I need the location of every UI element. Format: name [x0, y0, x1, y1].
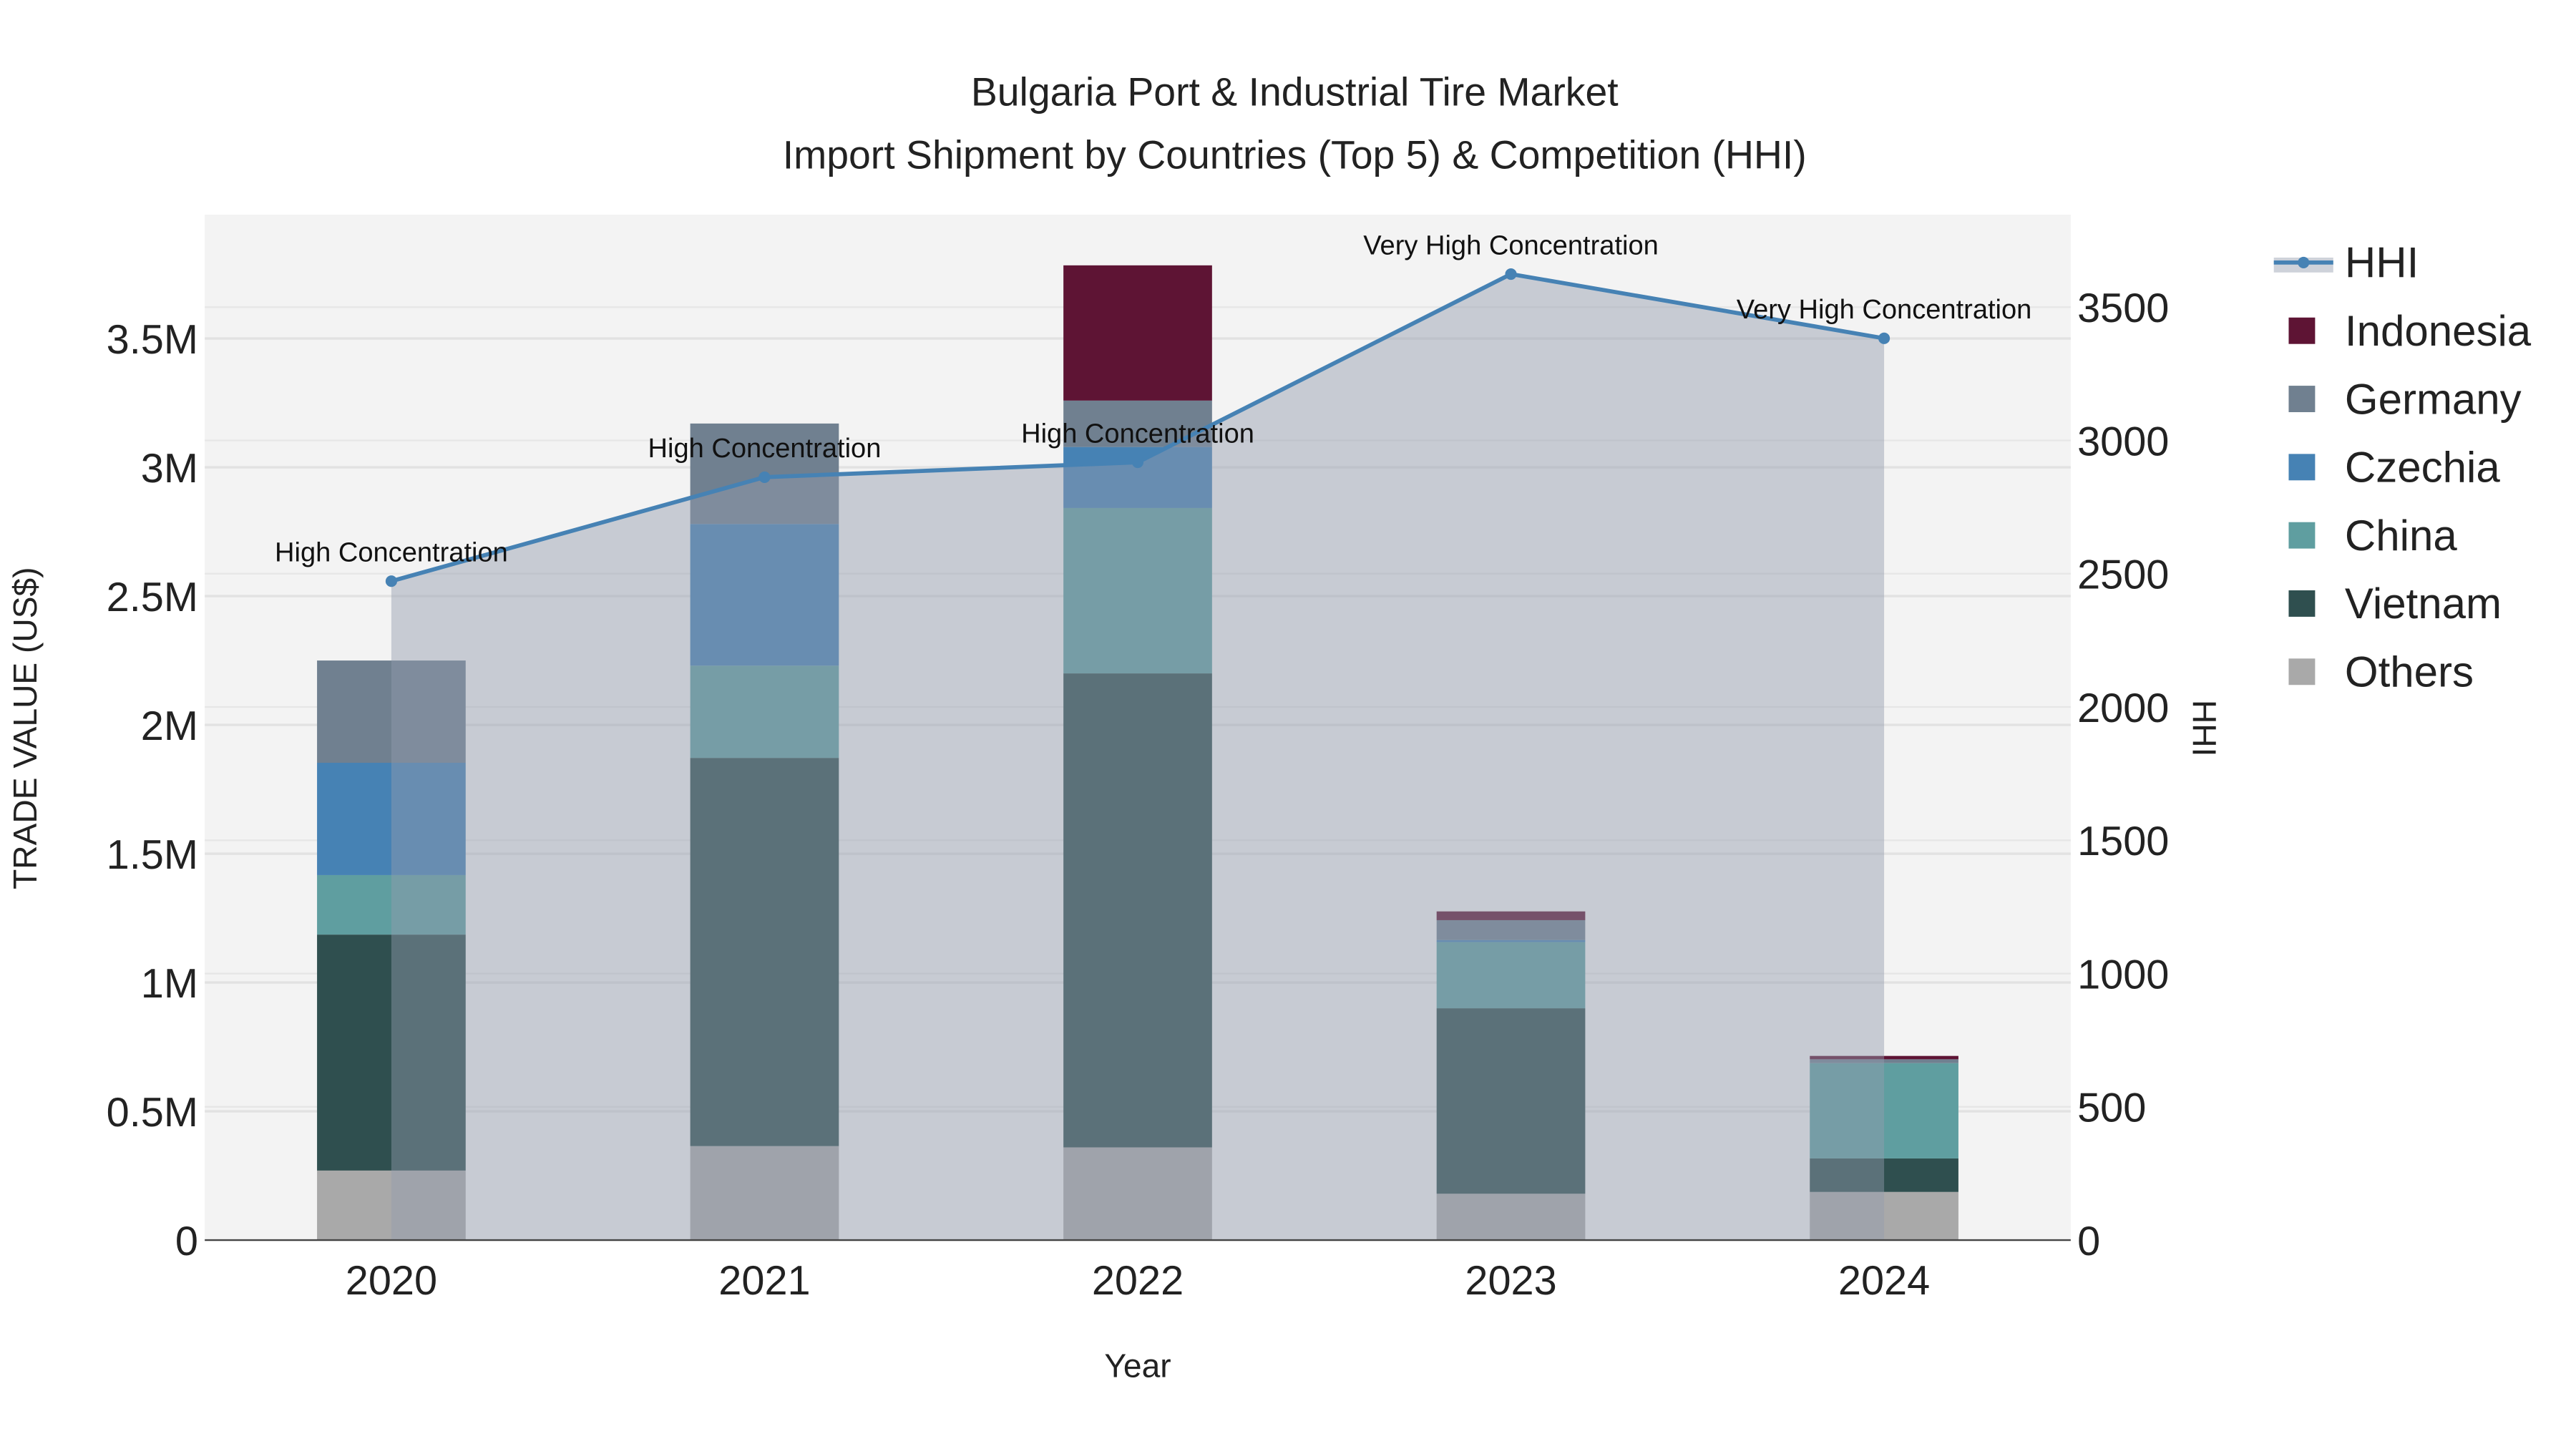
- hhi-point-2023: [1505, 268, 1517, 280]
- legend-swatch: [2288, 317, 2316, 344]
- legend-swatch: [2288, 454, 2316, 481]
- hhi-annotation: High Concentration: [1021, 419, 1254, 449]
- legend-label: Indonesia: [2345, 307, 2532, 355]
- y-tick-label: 1.5M: [107, 832, 198, 878]
- y-axis-title: TRADE VALUE (US$): [6, 567, 44, 889]
- hhi-point-2022: [1131, 456, 1144, 469]
- x-tick-label: 2024: [1838, 1258, 1930, 1304]
- legend-label: Others: [2345, 648, 2474, 696]
- y-tick-label: 3.5M: [107, 317, 198, 363]
- y2-tick-label: 1500: [2077, 819, 2169, 864]
- y2-axis-title: HHI: [2186, 700, 2223, 756]
- y-tick-label: 0.5M: [107, 1090, 198, 1136]
- legend-label: Vietnam: [2345, 580, 2502, 628]
- y-tick-label: 2.5M: [107, 575, 198, 620]
- y2-tick-label: 3000: [2077, 419, 2169, 464]
- legend-label: HHI: [2345, 239, 2419, 287]
- chart: 0 0.5M 1M 1.5M 2M 2.5M 3M 3.5M 0 500 1000 1500 2000…: [0, 0, 2576, 1449]
- legend-label: China: [2345, 512, 2457, 560]
- y2-tick-label: 3500: [2077, 286, 2169, 331]
- legend-swatch: [2288, 590, 2316, 617]
- x-tick-label: 2020: [346, 1258, 437, 1304]
- chart-title: Bulgaria Port & Industrial Tire Market: [971, 70, 1619, 114]
- legend-label: Czechia: [2345, 444, 2500, 492]
- y2-tick-label: 500: [2077, 1085, 2146, 1131]
- chart-subtitle: Import Shipment by Countries (Top 5) & C…: [783, 132, 1807, 177]
- y-tick-label: 0: [175, 1219, 198, 1264]
- legend-swatch: [2288, 386, 2316, 412]
- hhi-annotation: Very High Concentration: [1363, 230, 1659, 260]
- y2-tick-label: 1000: [2077, 952, 2169, 997]
- legend-swatch: [2288, 522, 2316, 549]
- hhi-point-2021: [758, 471, 771, 483]
- hhi-point-2020: [385, 575, 397, 587]
- hhi-annotation: Very High Concentration: [1737, 295, 2032, 325]
- legend-label: Germany: [2345, 375, 2522, 423]
- y-tick-label: 3M: [141, 446, 198, 492]
- y2-tick-label: 2000: [2077, 686, 2169, 731]
- bar-indonesia-2022: [1063, 265, 1212, 401]
- x-tick-label: 2022: [1092, 1258, 1184, 1304]
- y2-tick-label: 0: [2077, 1219, 2100, 1264]
- x-tick-label: 2023: [1465, 1258, 1556, 1304]
- y-tick-label: 2M: [141, 703, 198, 749]
- x-axis-title: Year: [1104, 1347, 1171, 1385]
- legend-swatch: [2288, 658, 2316, 686]
- y-tick-label: 1M: [141, 961, 198, 1007]
- hhi-point-2024: [1878, 332, 1890, 344]
- hhi-annotation: High Concentration: [648, 434, 882, 464]
- hhi-annotation: High Concentration: [275, 537, 508, 567]
- x-tick-label: 2021: [718, 1258, 810, 1304]
- legend-swatch-marker: [2298, 256, 2310, 268]
- y2-tick-label: 2500: [2077, 552, 2169, 598]
